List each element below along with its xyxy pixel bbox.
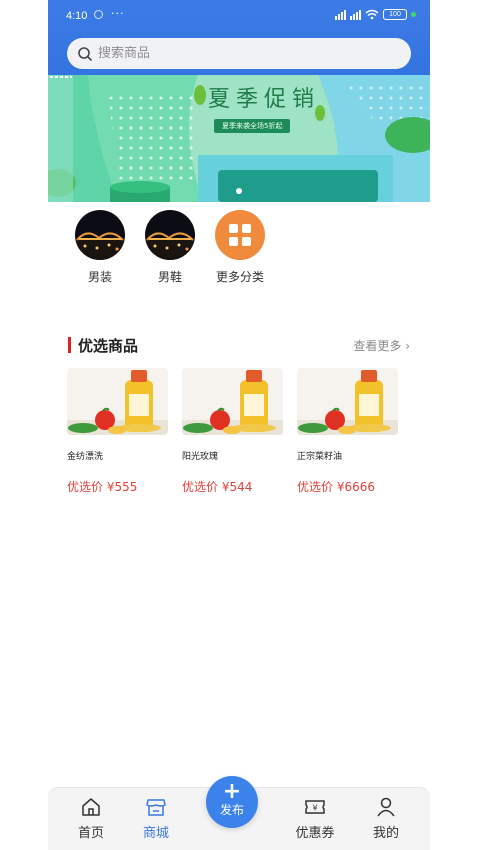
category-mens-shoes[interactable]: 男鞋 bbox=[144, 210, 196, 285]
section-title: 优选商品 bbox=[78, 337, 139, 355]
search-icon bbox=[78, 46, 92, 61]
category-label: 男鞋 bbox=[157, 270, 182, 284]
night-city-photo bbox=[75, 210, 125, 260]
product-image bbox=[297, 368, 398, 435]
section-accent-bar bbox=[68, 337, 71, 353]
category-menswear[interactable]: 男装 bbox=[74, 210, 126, 285]
night-city-photo bbox=[145, 210, 195, 260]
promo-banner[interactable]: 夏季促销 夏季来袭全场5折起 bbox=[48, 75, 430, 202]
home-icon bbox=[82, 798, 100, 816]
tab-label: 首页 bbox=[77, 826, 104, 841]
header: 4:10 ··· 100 bbox=[48, 0, 430, 75]
tab-mall[interactable]: 商城 bbox=[131, 796, 181, 841]
product-name: 金纺漂洗 bbox=[67, 452, 104, 462]
publish-label: 发布 bbox=[219, 803, 244, 817]
grid-icon bbox=[215, 210, 265, 260]
product-card[interactable]: 正宗菜籽油 优选价 ¥6666 bbox=[297, 368, 398, 495]
tab-mine[interactable]: 我的 bbox=[361, 796, 411, 841]
status-dot bbox=[411, 12, 416, 17]
banner-indicator[interactable] bbox=[236, 188, 242, 194]
tab-home[interactable]: 首页 bbox=[66, 796, 116, 841]
category-label: 男装 bbox=[87, 270, 112, 284]
signal-icon bbox=[335, 9, 346, 20]
product-image bbox=[67, 368, 168, 435]
product-card[interactable]: 阳光玫瑰 优选价 ¥544 bbox=[182, 368, 283, 495]
plus-icon: + bbox=[222, 779, 242, 804]
app-screen: 4:10 ··· 100 搜索商品 夏季促销 夏季来袭全场5折起 男装 男鞋 更… bbox=[48, 0, 430, 850]
category-label: 更多分类 bbox=[215, 270, 264, 284]
banner-subtitle: 夏季来袭全场5折起 bbox=[214, 119, 291, 133]
product-price: 优选价 ¥555 bbox=[67, 480, 138, 494]
product-price: 优选价 ¥544 bbox=[182, 480, 253, 494]
store-icon bbox=[146, 799, 166, 816]
tab-label: 我的 bbox=[372, 826, 399, 841]
view-more-link[interactable]: 查看更多 › bbox=[353, 337, 410, 354]
user-icon bbox=[377, 797, 395, 817]
coupon-icon: ¥ bbox=[305, 800, 325, 814]
tab-coupon[interactable]: ¥ 优惠券 bbox=[290, 796, 340, 841]
tab-label: 优惠券 bbox=[295, 826, 335, 841]
search-bar[interactable] bbox=[67, 38, 411, 69]
battery-icon: 100 bbox=[383, 9, 407, 20]
product-name: 正宗菜籽油 bbox=[297, 452, 343, 462]
tab-label: 商城 bbox=[142, 826, 169, 841]
product-image bbox=[182, 368, 283, 435]
category-list: 男装 男鞋 更多分类 bbox=[74, 210, 266, 285]
featured-section-header: 优选商品 查看更多 › bbox=[68, 334, 410, 356]
status-time: 4:10 bbox=[66, 10, 88, 22]
search-input[interactable] bbox=[98, 46, 378, 61]
status-more: ··· bbox=[111, 7, 125, 20]
product-card[interactable]: 金纺漂洗 优选价 ¥555 bbox=[67, 368, 168, 495]
notification-icon bbox=[94, 10, 103, 19]
svg-text:¥: ¥ bbox=[312, 804, 317, 813]
banner-title: 夏季促销 bbox=[208, 87, 321, 112]
publish-button[interactable]: + 发布 bbox=[206, 776, 258, 828]
category-more[interactable]: 更多分类 bbox=[214, 210, 266, 285]
product-price: 优选价 ¥6666 bbox=[297, 480, 375, 494]
product-list: 金纺漂洗 优选价 ¥555 阳光玫瑰 优选价 ¥544 正宗菜籽油 优选价 ¥6… bbox=[67, 368, 398, 495]
status-indicators: 100 bbox=[335, 9, 416, 20]
status-bar: 4:10 ··· 100 bbox=[48, 0, 430, 34]
signal-icon-2 bbox=[350, 9, 361, 20]
product-name: 阳光玫瑰 bbox=[182, 452, 219, 462]
wifi-icon bbox=[365, 9, 379, 20]
